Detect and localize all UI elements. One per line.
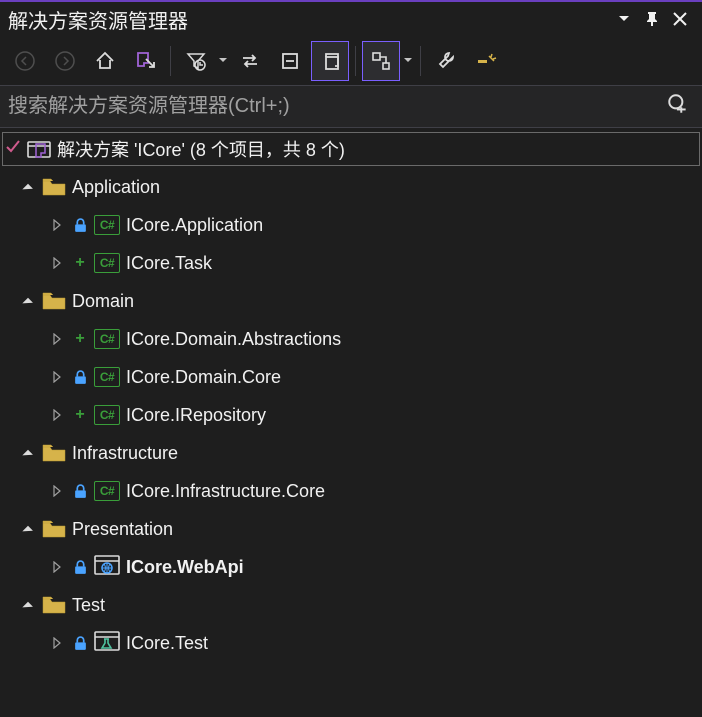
toolbar [0,36,702,86]
solution-label: 解决方案 'ICore' (8 个项目，共 8 个) [57,136,345,162]
project-label: ICore.Domain.Abstractions [126,329,341,350]
folder-label: Application [72,177,160,198]
folder-node[interactable]: Domain [0,282,702,320]
plus-icon: + [72,254,88,272]
show-all-files-button[interactable] [311,41,349,81]
project-label: ICore.Infrastructure.Core [126,481,325,502]
folder-icon [42,443,66,463]
home-button[interactable] [86,41,124,81]
solution-node[interactable]: 解决方案 'ICore' (8 个项目，共 8 个) [2,132,700,166]
sync-button[interactable] [231,41,269,81]
lock-icon [72,370,88,385]
close-icon[interactable] [666,12,694,26]
chevron-right-icon[interactable] [48,409,66,421]
project-label: ICore.Test [126,633,208,654]
dropdown-icon[interactable] [610,16,638,22]
toolbar-separator [420,46,421,76]
csharp-project-icon: C# [94,253,120,273]
toolbar-separator [170,46,171,76]
project-node[interactable]: C# ICore.Domain.Core [0,358,702,396]
chevron-right-icon[interactable] [48,257,66,269]
class-view-button[interactable] [362,41,400,81]
lock-icon [72,560,88,575]
back-button[interactable] [6,41,44,81]
project-node[interactable]: ICore.WebApi [0,548,702,586]
class-view-dropdown[interactable] [402,58,414,63]
web-project-icon [94,554,120,581]
project-node[interactable]: C# ICore.Application [0,206,702,244]
folder-label: Test [72,595,105,616]
project-label: ICore.Task [126,253,212,274]
titlebar: 解决方案资源管理器 [0,2,702,36]
project-label: ICore.WebApi [126,557,244,578]
project-label: ICore.Application [126,215,263,236]
project-label: ICore.Domain.Core [126,367,281,388]
tree: 解决方案 'ICore' (8 个项目，共 8 个) Application C#… [0,128,702,664]
test-project-icon [94,630,120,657]
folder-icon [42,595,66,615]
chevron-down-icon[interactable] [18,295,36,307]
folder-label: Infrastructure [72,443,178,464]
chevron-right-icon[interactable] [48,561,66,573]
project-node[interactable]: + C# ICore.Domain.Abstractions [0,320,702,358]
project-node[interactable]: + C# ICore.Task [0,244,702,282]
plus-icon: + [72,330,88,348]
folder-node[interactable]: Presentation [0,510,702,548]
pin-icon[interactable] [638,11,666,27]
csharp-project-icon: C# [94,481,120,501]
pending-changes-filter-dropdown[interactable] [217,58,229,63]
folder-icon [42,519,66,539]
chevron-right-icon[interactable] [48,637,66,649]
project-label: ICore.IRepository [126,405,266,426]
chevron-right-icon[interactable] [48,333,66,345]
project-node[interactable]: + C# ICore.IRepository [0,396,702,434]
folder-node[interactable]: Application [0,168,702,206]
search-input[interactable] [8,95,658,118]
search-bar [0,86,702,128]
csharp-project-icon: C# [94,215,120,235]
lock-icon [72,484,88,499]
panel-title: 解决方案资源管理器 [8,5,610,34]
folder-icon [42,177,66,197]
project-node[interactable]: C# ICore.Infrastructure.Core [0,472,702,510]
csharp-project-icon: C# [94,367,120,387]
folder-label: Domain [72,291,134,312]
solution-icon [27,139,51,159]
pending-changes-filter-button[interactable] [177,41,215,81]
check-icon [5,139,21,160]
folder-icon [42,291,66,311]
chevron-down-icon[interactable] [18,447,36,459]
switch-view-button[interactable] [126,41,164,81]
csharp-project-icon: C# [94,329,120,349]
chevron-down-icon[interactable] [18,181,36,193]
collapse-all-button[interactable] [271,41,309,81]
chevron-right-icon[interactable] [48,485,66,497]
lock-icon [72,218,88,233]
folder-node[interactable]: Test [0,586,702,624]
search-icon[interactable] [658,92,694,121]
chevron-right-icon[interactable] [48,371,66,383]
chevron-down-icon[interactable] [18,599,36,611]
plus-icon: + [72,406,88,424]
chevron-down-icon[interactable] [18,523,36,535]
csharp-project-icon: C# [94,405,120,425]
forward-button[interactable] [46,41,84,81]
toolbar-separator [355,46,356,76]
chevron-right-icon[interactable] [48,219,66,231]
properties-button[interactable] [427,41,465,81]
preview-button[interactable] [467,41,505,81]
folder-node[interactable]: Infrastructure [0,434,702,472]
folder-label: Presentation [72,519,173,540]
lock-icon [72,636,88,651]
project-node[interactable]: ICore.Test [0,624,702,662]
